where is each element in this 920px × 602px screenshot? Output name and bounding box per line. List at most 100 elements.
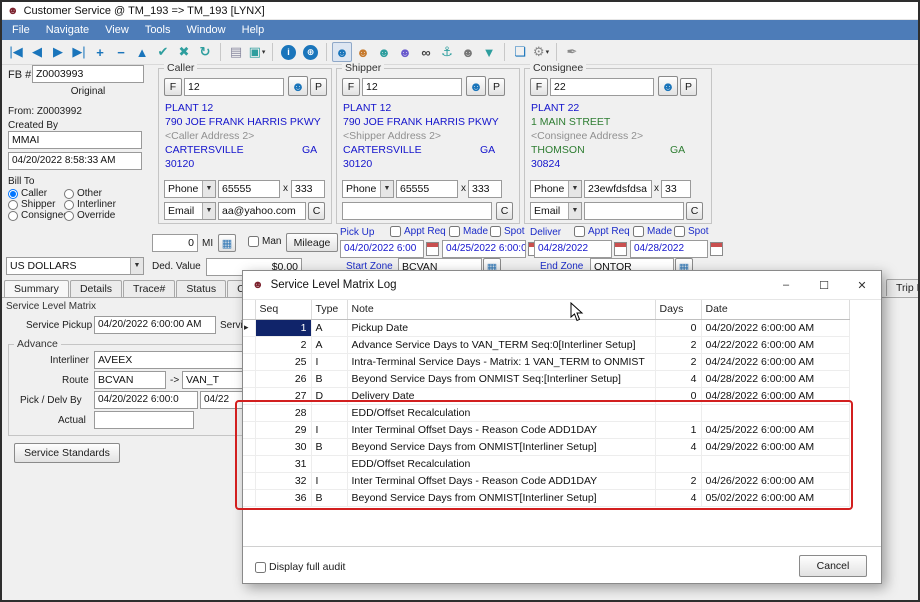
tab-trip[interactable]: Trip Re (886, 279, 920, 296)
note-cell[interactable]: Pickup Date (347, 319, 655, 336)
consignee-id-field[interactable]: 22 (550, 78, 654, 96)
consignee-f-button[interactable]: F (530, 78, 548, 96)
caller-contact-icon[interactable]: ☻ (288, 76, 308, 96)
post-edit-icon[interactable]: ✔ (153, 42, 173, 62)
shipper-phone-field[interactable]: 65555 (396, 180, 458, 198)
tab-trace[interactable]: Trace# (123, 280, 175, 297)
binoculars-icon[interactable]: ∞ (416, 42, 436, 62)
bill-to-caller-radio[interactable]: Caller (8, 188, 47, 199)
consignee-p-button[interactable]: P (680, 78, 697, 96)
bill-to-interliner-radio-input[interactable] (64, 200, 74, 210)
bill-to-caller-radio-input[interactable] (8, 189, 18, 199)
days-cell[interactable]: 4 (655, 370, 701, 387)
caller-f-button[interactable]: F (164, 78, 182, 96)
bill-to-override-radio-input[interactable] (64, 211, 74, 221)
deliver-appt-req-checkbox-input[interactable] (574, 226, 585, 237)
log-row[interactable]: ▸1APickup Date004/20/2022 6:00:00 AM (243, 319, 849, 336)
seq-cell[interactable]: 26 (255, 370, 311, 387)
edit-record-icon[interactable]: ▲ (132, 42, 152, 62)
interliner-field[interactable]: AVEEX (94, 351, 244, 369)
tab-summary[interactable]: Summary (4, 280, 69, 297)
display-full-audit-checkbox-input[interactable] (255, 562, 266, 573)
actual-field[interactable] (94, 411, 194, 429)
manual-mileage-checkbox-input[interactable] (248, 236, 259, 247)
customer-service-icon[interactable]: ☻ (332, 42, 352, 62)
deliver-made-checkbox-input[interactable] (633, 226, 644, 237)
pick-by-field[interactable]: 04/20/2022 6:00:0 (94, 391, 198, 409)
carriers-icon[interactable]: ☻ (395, 42, 415, 62)
row-indicator-cell[interactable] (243, 336, 255, 353)
type-cell[interactable]: A (311, 336, 347, 353)
delete-record-icon[interactable]: − (111, 42, 131, 62)
calendar-icon[interactable] (426, 242, 439, 256)
info-icon[interactable]: i (281, 45, 296, 60)
seq-cell[interactable]: 25 (255, 353, 311, 370)
cancel-edit-icon[interactable]: ✖ (174, 42, 194, 62)
shipper-c-button[interactable]: C (496, 202, 513, 220)
deliver-by-date-field[interactable]: 04/28/2022 (630, 240, 708, 258)
dropdown-arrow-icon[interactable]: ▼ (568, 203, 581, 219)
note-cell[interactable]: Beyond Service Days from ONMIST Seq:[Int… (347, 370, 655, 387)
pickup-spot-checkbox-input[interactable] (490, 226, 501, 237)
col-seq[interactable]: Seq (255, 300, 311, 319)
dropdown-arrow-icon[interactable]: ▼ (202, 203, 215, 219)
bill-to-other-radio[interactable]: Other (64, 188, 102, 199)
distance-field[interactable]: 0 (152, 234, 198, 252)
seq-cell[interactable]: 2 (255, 336, 311, 353)
bill-to-shipper-radio-input[interactable] (8, 200, 18, 210)
tab-status[interactable]: Status (176, 280, 226, 297)
menu-window[interactable]: Window (179, 22, 234, 38)
consignee-c-button[interactable]: C (686, 202, 703, 220)
note-cell[interactable]: Advance Service Days to VAN_TERM Seq:0[I… (347, 336, 655, 353)
last-record-icon[interactable]: ▶| (69, 42, 89, 62)
type-cell[interactable]: A (311, 319, 347, 336)
caller-email-combo[interactable]: Email▼ (164, 202, 216, 220)
log-row[interactable]: 2AAdvance Service Days to VAN_TERM Seq:0… (243, 336, 849, 353)
currency-combo[interactable]: US DOLLARS▼ (6, 257, 144, 275)
bill-to-consignee-radio[interactable]: Consignee (8, 210, 69, 221)
shipper-f-button[interactable]: F (342, 78, 360, 96)
calendar-icon[interactable] (614, 242, 627, 256)
next-record-icon[interactable]: ▶ (48, 42, 68, 62)
note-cell[interactable]: Intra-Terminal Service Days - Matrix: 1 … (347, 353, 655, 370)
created-by-field[interactable]: MMAI (8, 131, 142, 149)
menu-navigate[interactable]: Navigate (38, 22, 97, 38)
print-icon[interactable]: ▤ (226, 42, 246, 62)
shipper-contact-icon[interactable]: ☻ (466, 76, 486, 96)
minimize-button[interactable]: – (767, 271, 805, 299)
days-cell[interactable]: 2 (655, 336, 701, 353)
service-pickup-field[interactable]: 04/20/2022 6:00:00 AM (94, 316, 216, 334)
col-type[interactable]: Type (311, 300, 347, 319)
caller-c-button[interactable]: C (308, 202, 325, 220)
log-row[interactable]: 26BBeyond Service Days from ONMIST Seq:[… (243, 370, 849, 387)
shipper-id-field[interactable]: 12 (362, 78, 462, 96)
mileage-lookup-icon[interactable]: ▦ (218, 234, 236, 252)
caller-phone-field[interactable]: 65555 (218, 180, 280, 198)
bill-to-interliner-radio[interactable]: Interliner (64, 199, 116, 210)
pickup-appt-req-checkbox[interactable]: Appt Req (390, 226, 446, 237)
dropdown-arrow-icon[interactable]: ▼ (130, 258, 143, 274)
date-cell[interactable]: 04/24/2022 6:00:00 AM (701, 353, 849, 370)
user-icon[interactable]: ☻ (458, 42, 478, 62)
type-cell[interactable]: B (311, 370, 347, 387)
col-date[interactable]: Date (701, 300, 849, 319)
customers-icon[interactable]: ☻ (353, 42, 373, 62)
consignee-email-field[interactable] (584, 202, 684, 220)
col-days[interactable]: Days (655, 300, 701, 319)
pickup-made-checkbox[interactable]: Made (449, 226, 488, 237)
pickup-appt-req-checkbox-input[interactable] (390, 226, 401, 237)
row-indicator-cell[interactable] (243, 353, 255, 370)
menu-view[interactable]: View (97, 22, 137, 38)
date-cell[interactable]: 04/20/2022 6:00:00 AM (701, 319, 849, 336)
tab-details[interactable]: Details (70, 280, 122, 297)
dropdown-arrow-icon[interactable]: ▼ (568, 181, 581, 197)
mileage-button[interactable]: Mileage (286, 233, 338, 252)
calendar-icon[interactable] (710, 242, 723, 256)
deliver-appt-req-checkbox[interactable]: Appt Req (574, 226, 630, 237)
deliver-date-field[interactable]: 04/28/2022 (534, 240, 612, 258)
shipper-p-button[interactable]: P (488, 78, 505, 96)
first-record-icon[interactable]: |◀ (6, 42, 26, 62)
row-indicator-cell[interactable] (243, 370, 255, 387)
pickup-date-field[interactable]: 04/20/2022 6:00 (340, 240, 424, 258)
cancel-button[interactable]: Cancel (799, 555, 867, 577)
